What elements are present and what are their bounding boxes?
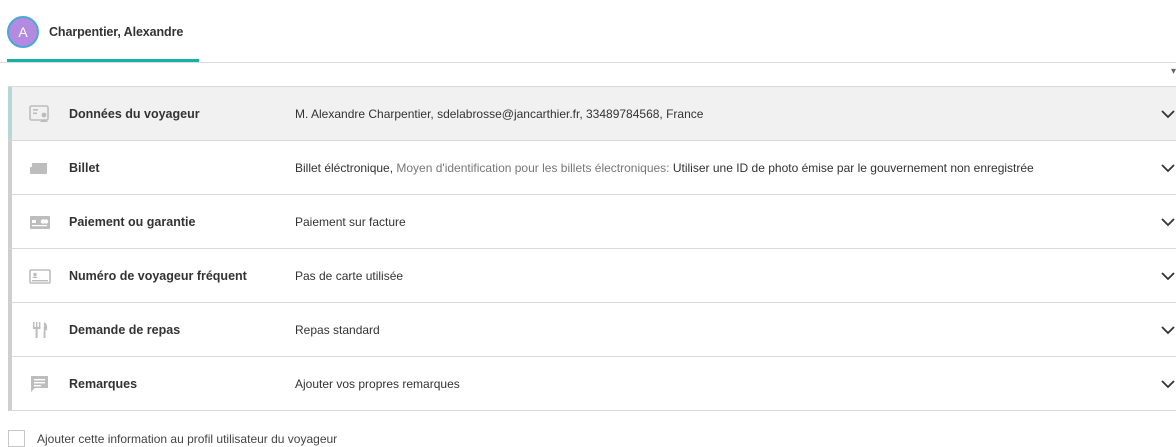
save-to-profile-checkbox[interactable]	[8, 430, 25, 447]
chevron-down-icon[interactable]	[1160, 378, 1176, 390]
comment-icon	[29, 375, 51, 393]
ticket-type: Billet éléctronique,	[295, 160, 397, 175]
chevron-down-icon[interactable]	[1160, 270, 1176, 282]
corner-mark: ▾	[1170, 66, 1176, 77]
chevron-down-icon[interactable]	[1160, 324, 1176, 336]
save-to-profile-label[interactable]: Ajouter cette information au profil util…	[37, 432, 337, 446]
avatar: A	[7, 16, 39, 48]
traveler-tabbar: A Charpentier, Alexandre	[0, 0, 1176, 63]
row-value: Paiement sur facture	[295, 214, 406, 229]
active-tab-indicator	[7, 59, 199, 62]
row-title: Numéro de voyageur fréquent	[69, 268, 247, 283]
tab-traveler-charpentier[interactable]: A Charpentier, Alexandre	[7, 14, 183, 50]
row-remarques[interactable]: Remarques Ajouter vos propres remarques	[8, 357, 1176, 411]
membership-card-icon	[29, 267, 51, 285]
row-billet[interactable]: Billet Billet éléctronique, Moyen d'iden…	[8, 141, 1176, 195]
row-paiement[interactable]: Paiement ou garantie Paiement sur factur…	[8, 195, 1176, 249]
ticket-id-label: Moyen d'identification pour les billets …	[396, 160, 673, 175]
traveler-details-list: Données du voyageur M. Alexandre Charpen…	[8, 86, 1176, 411]
row-title: Demande de repas	[69, 322, 181, 337]
row-repas[interactable]: Demande de repas Repas standard	[8, 303, 1176, 357]
ticket-icon	[29, 159, 51, 177]
ticket-id-value: Utiliser une ID de photo émise par le go…	[672, 160, 1034, 175]
credit-card-icon	[29, 213, 51, 231]
row-value: Ajouter vos propres remarques	[295, 376, 460, 391]
save-to-profile: Ajouter cette information au profil util…	[8, 430, 337, 447]
row-value: Repas standard	[295, 322, 380, 337]
chevron-down-icon[interactable]	[1160, 216, 1176, 228]
chevron-down-icon[interactable]	[1160, 162, 1176, 174]
id-card-icon	[29, 104, 51, 123]
row-value: Billet éléctronique, Moyen d'identificat…	[295, 161, 1034, 175]
row-title: Billet	[69, 160, 100, 175]
tab-label: Charpentier, Alexandre	[49, 25, 184, 39]
chevron-down-icon[interactable]	[1160, 108, 1176, 120]
row-value: Pas de carte utilisée	[295, 268, 404, 283]
fork-knife-icon	[29, 321, 51, 339]
row-title: Remarques	[69, 376, 138, 391]
row-value: M. Alexandre Charpentier, sdelabrosse@ja…	[295, 106, 704, 121]
row-title: Paiement ou garantie	[69, 214, 196, 229]
row-donnees-voyageur[interactable]: Données du voyageur M. Alexandre Charpen…	[8, 87, 1176, 141]
row-voyageur-frequent[interactable]: Numéro de voyageur fréquent Pas de carte…	[8, 249, 1176, 303]
row-title: Données du voyageur	[69, 106, 200, 121]
